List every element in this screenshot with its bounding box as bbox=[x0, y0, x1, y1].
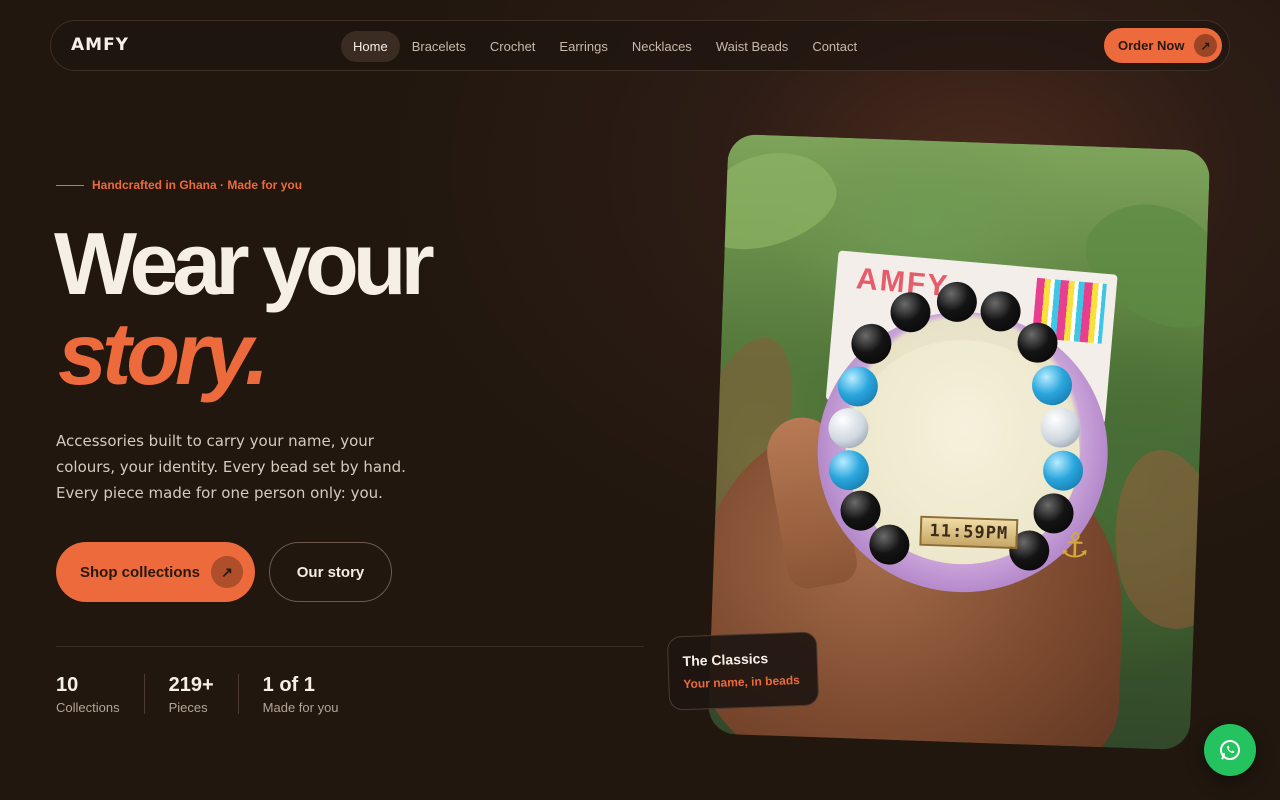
nav-link-home[interactable]: Home bbox=[341, 31, 400, 62]
leaf-shape bbox=[707, 135, 847, 265]
arrow-up-right-icon: ↗ bbox=[1194, 34, 1217, 57]
nav-link-crochet[interactable]: Crochet bbox=[478, 31, 548, 62]
caption-title: The Classics bbox=[682, 650, 769, 670]
stats-row: 10 Collections 219+ Pieces 1 of 1 Made f… bbox=[56, 674, 387, 715]
hero-description: Accessories built to carry your name, yo… bbox=[56, 432, 406, 502]
shop-collections-button[interactable]: Shop collections ↗ bbox=[56, 542, 255, 602]
nav-link-contact[interactable]: Contact bbox=[800, 31, 869, 62]
shop-collections-label: Shop collections bbox=[80, 563, 201, 581]
anchor-charm-icon: ⚓ bbox=[1058, 525, 1091, 567]
nav-link-waist-beads[interactable]: Waist Beads bbox=[704, 31, 801, 62]
order-now-label: Order Now bbox=[1118, 38, 1185, 53]
our-story-button[interactable]: Our story bbox=[269, 542, 392, 602]
stat-pieces: 219+ Pieces bbox=[168, 674, 239, 715]
stat-collections: 10 Collections bbox=[56, 674, 145, 715]
nav-links: Home Bracelets Crochet Earrings Necklace… bbox=[341, 31, 869, 62]
whatsapp-button[interactable] bbox=[1204, 724, 1256, 776]
stat-label: Collections bbox=[56, 700, 120, 715]
whatsapp-icon bbox=[1220, 740, 1240, 760]
collection-caption-card[interactable]: The Classics Your name, in beads bbox=[666, 631, 820, 711]
nav-link-earrings[interactable]: Earrings bbox=[547, 31, 619, 62]
stat-label: Pieces bbox=[168, 700, 208, 715]
caption-subtitle: Your name, in beads bbox=[683, 673, 801, 692]
stat-value: 219+ bbox=[168, 674, 214, 696]
eyebrow-text: Handcrafted in Ghana · Made for you bbox=[92, 178, 303, 192]
order-now-button[interactable]: Order Now ↗ bbox=[1104, 28, 1222, 63]
top-nav: AMFY Home Bracelets Crochet Earrings Nec… bbox=[50, 20, 1230, 71]
stat-value: 1 of 1 bbox=[262, 674, 315, 696]
hero-eyebrow: Handcrafted in Ghana · Made for you bbox=[56, 178, 302, 192]
hero-headline: Wear your bbox=[54, 214, 435, 313]
nav-link-necklaces[interactable]: Necklaces bbox=[620, 31, 704, 62]
stat-made-for-you: 1 of 1 Made for you bbox=[262, 674, 363, 715]
name-tag: 11:59PM bbox=[919, 515, 1019, 550]
arrow-up-right-icon: ↗ bbox=[211, 556, 243, 588]
logo[interactable]: AMFY bbox=[71, 35, 129, 55]
eyebrow-rule bbox=[56, 184, 84, 186]
stat-label: Made for you bbox=[262, 700, 339, 715]
hero-headline-accent: story. bbox=[58, 304, 269, 403]
nav-link-bracelets[interactable]: Bracelets bbox=[400, 31, 478, 62]
stats-divider bbox=[56, 646, 644, 647]
stat-value: 10 bbox=[56, 674, 79, 696]
